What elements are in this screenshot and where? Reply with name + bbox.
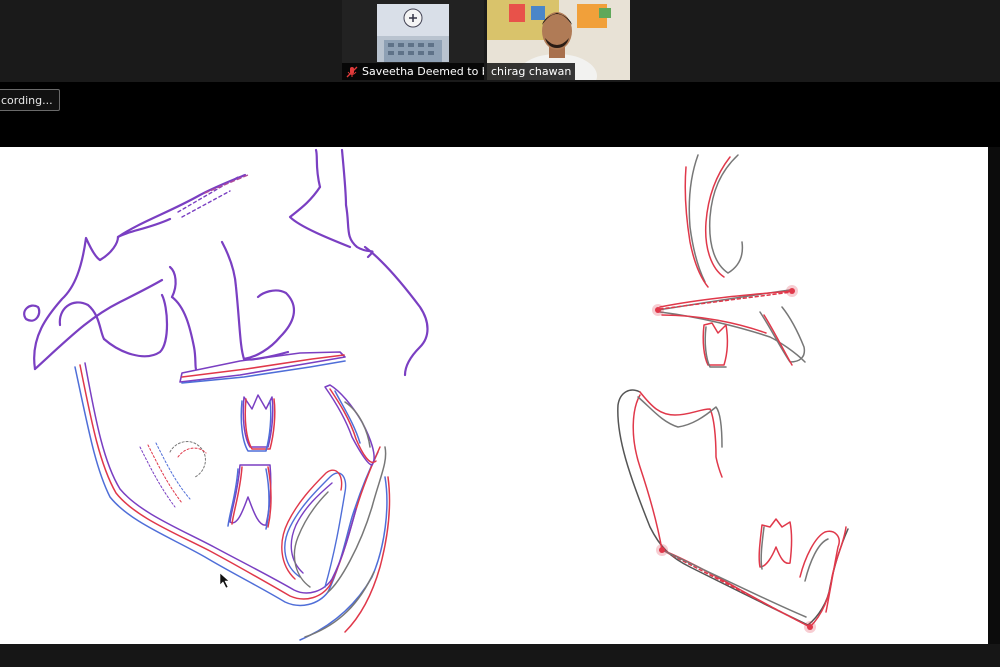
participant-tile-saveetha[interactable]: Saveetha Deemed to b... bbox=[342, 0, 484, 80]
recording-indicator[interactable]: cording... bbox=[0, 89, 60, 111]
participant-name-bar: Saveetha Deemed to b... bbox=[342, 63, 484, 80]
maxilla-outline bbox=[179, 351, 346, 384]
hyoid-dotted bbox=[139, 441, 207, 508]
incisor-tracings bbox=[324, 384, 377, 466]
molar-tracings bbox=[227, 394, 276, 530]
participant-tile-chirag[interactable]: chirag chawan bbox=[487, 0, 630, 80]
participant-name: Saveetha Deemed to b... bbox=[362, 65, 484, 78]
maxilla-superimposition bbox=[657, 154, 806, 368]
orbit-dashed-lines bbox=[177, 174, 249, 218]
recording-label: cording... bbox=[1, 94, 53, 107]
shared-screen bbox=[0, 147, 988, 644]
meeting-control-bar bbox=[0, 644, 1000, 667]
mandible-superimposition bbox=[617, 389, 849, 628]
cephalometric-tracing bbox=[23, 148, 849, 641]
screen-share-margin bbox=[988, 147, 1000, 644]
microphone-muted-icon bbox=[346, 66, 358, 78]
participant-strip: Saveetha Deemed to b... chirag chawan bbox=[0, 0, 1000, 82]
participant-name: chirag chawan bbox=[491, 65, 572, 78]
participant-name-bar: chirag chawan bbox=[487, 63, 576, 80]
mouse-cursor-icon bbox=[219, 572, 230, 589]
